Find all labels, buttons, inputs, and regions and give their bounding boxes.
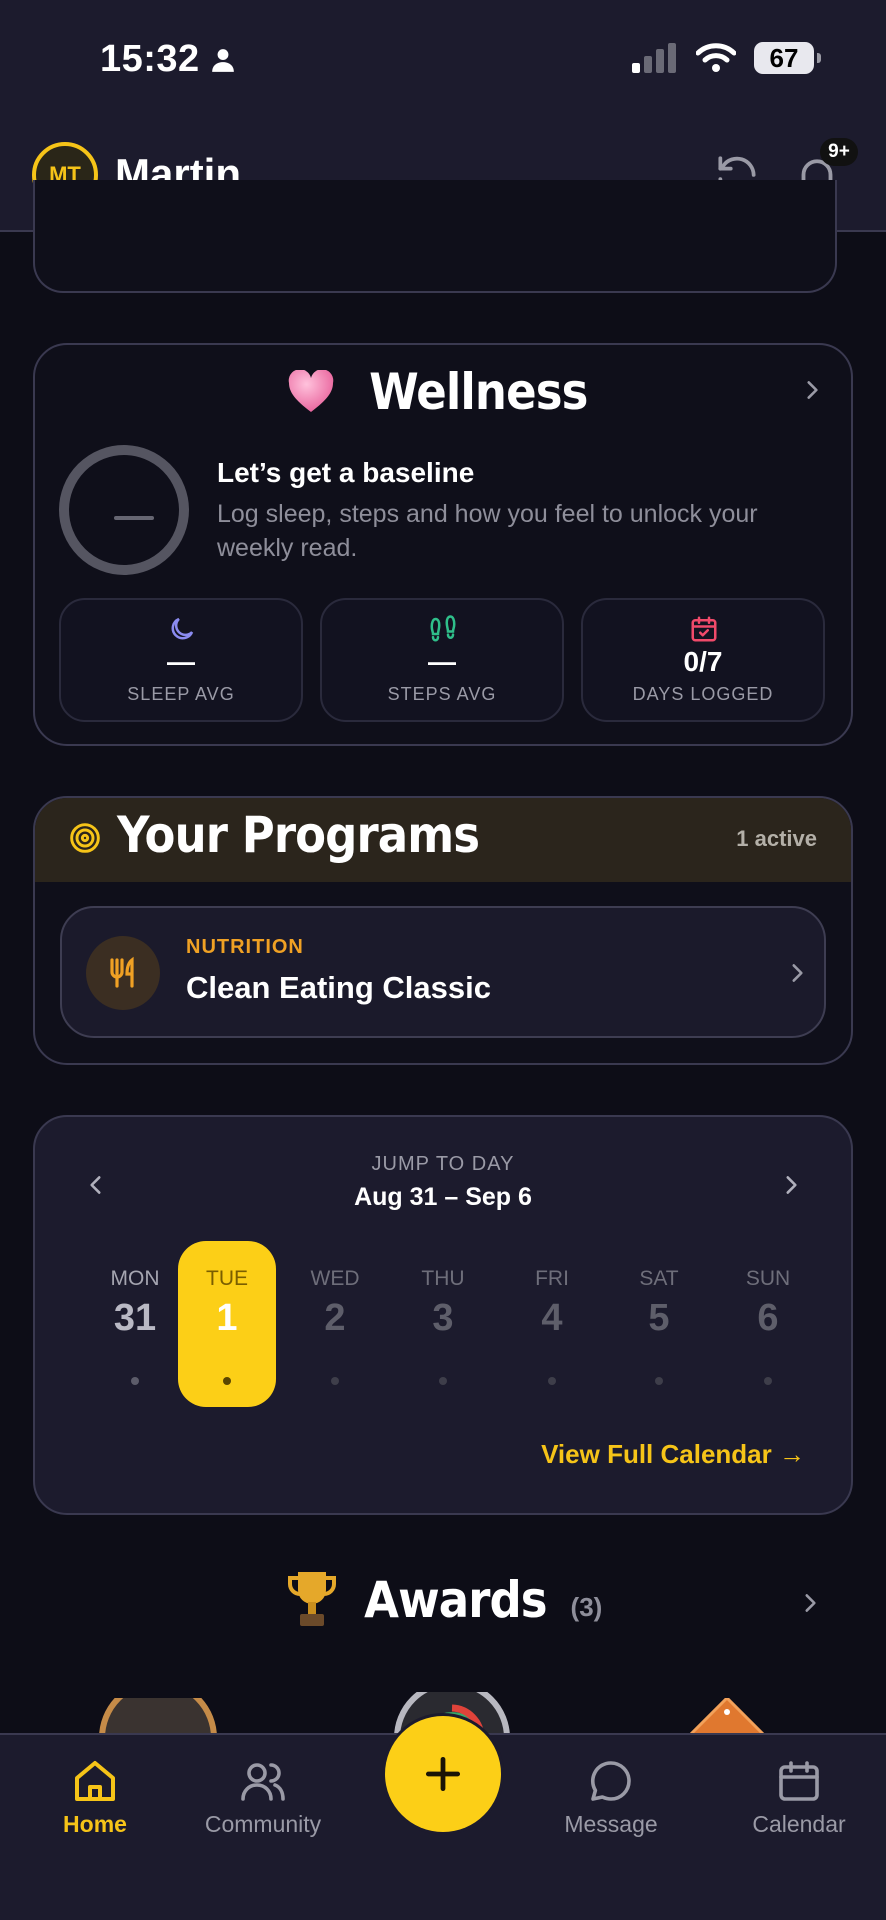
nav-community[interactable]: Community <box>188 1757 338 1838</box>
awards-title: Awards <box>363 1571 547 1629</box>
status-icons: 67 <box>632 42 821 74</box>
calendar-card: JUMP TO DAY Aug 31 – Sep 6 MON 31 TUE 1 … <box>33 1115 853 1515</box>
day-dot <box>131 1377 139 1385</box>
target-icon <box>70 823 100 853</box>
nav-label: Message <box>564 1811 658 1837</box>
day-mon[interactable]: MON 31 <box>86 1241 184 1407</box>
programs-active-count: 1 active <box>736 826 817 851</box>
battery-indicator: 67 <box>754 42 821 74</box>
day-number: 4 <box>541 1297 563 1339</box>
day-dot <box>439 1377 447 1385</box>
day-dot <box>764 1377 772 1385</box>
plus-icon <box>425 1756 461 1792</box>
status-bar: 15:32 67 <box>0 0 886 120</box>
awards-header[interactable]: Awards (3) <box>0 1568 886 1632</box>
fork-knife-icon <box>110 956 134 988</box>
battery-level: 67 <box>769 42 799 73</box>
programs-title: Your Programs <box>117 806 480 864</box>
chat-icon <box>590 1761 631 1801</box>
award-badge-diamond[interactable] <box>690 1698 764 1738</box>
week-range: Aug 31 – Sep 6 <box>354 1183 532 1211</box>
day-dot <box>223 1377 231 1385</box>
day-name: SUN <box>745 1267 791 1290</box>
chevron-right-icon[interactable] <box>797 1590 823 1616</box>
time-text: 15:32 <box>100 38 200 80</box>
stat-value: — <box>428 646 456 677</box>
calendar-check-icon <box>691 616 717 642</box>
stat-label: DAYS LOGGED <box>632 684 774 704</box>
nav-calendar[interactable]: Calendar <box>724 1757 874 1838</box>
day-dot <box>548 1377 556 1385</box>
stat-value: 0/7 <box>683 646 723 677</box>
day-tue[interactable]: TUE 1 <box>178 1241 276 1407</box>
jump-label: JUMP TO DAY <box>371 1153 515 1175</box>
day-wed[interactable]: WED 2 <box>286 1241 384 1407</box>
day-name: FRI <box>535 1267 569 1290</box>
day-number: 5 <box>648 1297 670 1339</box>
program-name: Clean Eating Classic <box>186 970 491 1005</box>
stat-value: — <box>167 646 195 677</box>
stat-label: STEPS AVG <box>387 684 497 704</box>
programs-card: Your Programs 1 active NUTRITION Clean E… <box>33 796 853 1065</box>
moon-icon <box>171 617 194 640</box>
award-badge-medal[interactable] <box>96 1698 220 1738</box>
wifi-icon <box>696 43 736 72</box>
wellness-header: Wellness <box>35 363 851 421</box>
day-dot <box>331 1377 339 1385</box>
trophy-icon <box>287 1572 336 1626</box>
program-item[interactable]: NUTRITION Clean Eating Classic <box>60 906 826 1038</box>
day-name: WED <box>310 1267 360 1290</box>
stat-days-logged[interactable]: 0/7 DAYS LOGGED <box>581 598 825 722</box>
day-number: 6 <box>757 1297 779 1339</box>
day-name: SAT <box>639 1267 679 1290</box>
baseline-title: Let’s get a baseline <box>217 457 475 488</box>
chevron-right-icon[interactable] <box>799 377 825 403</box>
users-icon <box>241 1763 285 1801</box>
wellness-card[interactable]: Wellness Let’s get a baseline Log sleep,… <box>33 343 853 746</box>
footprints-icon <box>430 615 456 642</box>
day-number: 1 <box>216 1297 238 1339</box>
person-icon <box>211 48 234 72</box>
day-fri[interactable]: FRI 4 <box>503 1241 601 1407</box>
progress-ring <box>59 445 189 575</box>
day-name: TUE <box>206 1267 248 1290</box>
nav-label: Calendar <box>752 1811 846 1837</box>
stat-label: SLEEP AVG <box>127 684 235 704</box>
day-number: 31 <box>113 1297 157 1339</box>
status-time: 15:32 <box>100 38 236 81</box>
previous-card <box>33 180 837 293</box>
nav-label: Home <box>63 1811 127 1837</box>
day-number: 3 <box>432 1297 454 1339</box>
wellness-title: Wellness <box>368 363 588 421</box>
nav-message[interactable]: Message <box>536 1757 686 1838</box>
day-name: THU <box>421 1267 465 1290</box>
ring-dash <box>114 516 154 520</box>
heart-icon <box>288 370 333 412</box>
baseline-text: Log sleep, steps and how you feel to unl… <box>217 500 758 562</box>
program-icon-wrap <box>86 936 160 1010</box>
notification-badge: 9+ <box>820 138 858 166</box>
day-sat[interactable]: SAT 5 <box>610 1241 708 1407</box>
nav-home[interactable]: Home <box>20 1757 170 1838</box>
home-icon <box>75 1761 115 1801</box>
view-full-calendar-link[interactable]: View Full Calendar → <box>541 1439 805 1470</box>
day-dot <box>655 1377 663 1385</box>
signal-icon <box>632 43 676 73</box>
stat-steps-avg[interactable]: — STEPS AVG <box>320 598 564 722</box>
day-number: 2 <box>324 1297 346 1339</box>
calendar-icon <box>779 1761 819 1801</box>
day-name: MON <box>110 1267 160 1290</box>
program-category: NUTRITION <box>186 936 304 958</box>
day-sun[interactable]: SUN 6 <box>719 1241 817 1407</box>
awards-count: (3) <box>570 1591 603 1622</box>
programs-header: Your Programs 1 active <box>35 798 851 882</box>
chevron-right-icon[interactable] <box>778 1172 804 1198</box>
add-button[interactable] <box>385 1716 501 1832</box>
chevron-right-icon <box>792 964 803 982</box>
nav-label: Community <box>204 1811 322 1837</box>
stat-sleep-avg[interactable]: — SLEEP AVG <box>59 598 303 722</box>
day-thu[interactable]: THU 3 <box>394 1241 492 1407</box>
